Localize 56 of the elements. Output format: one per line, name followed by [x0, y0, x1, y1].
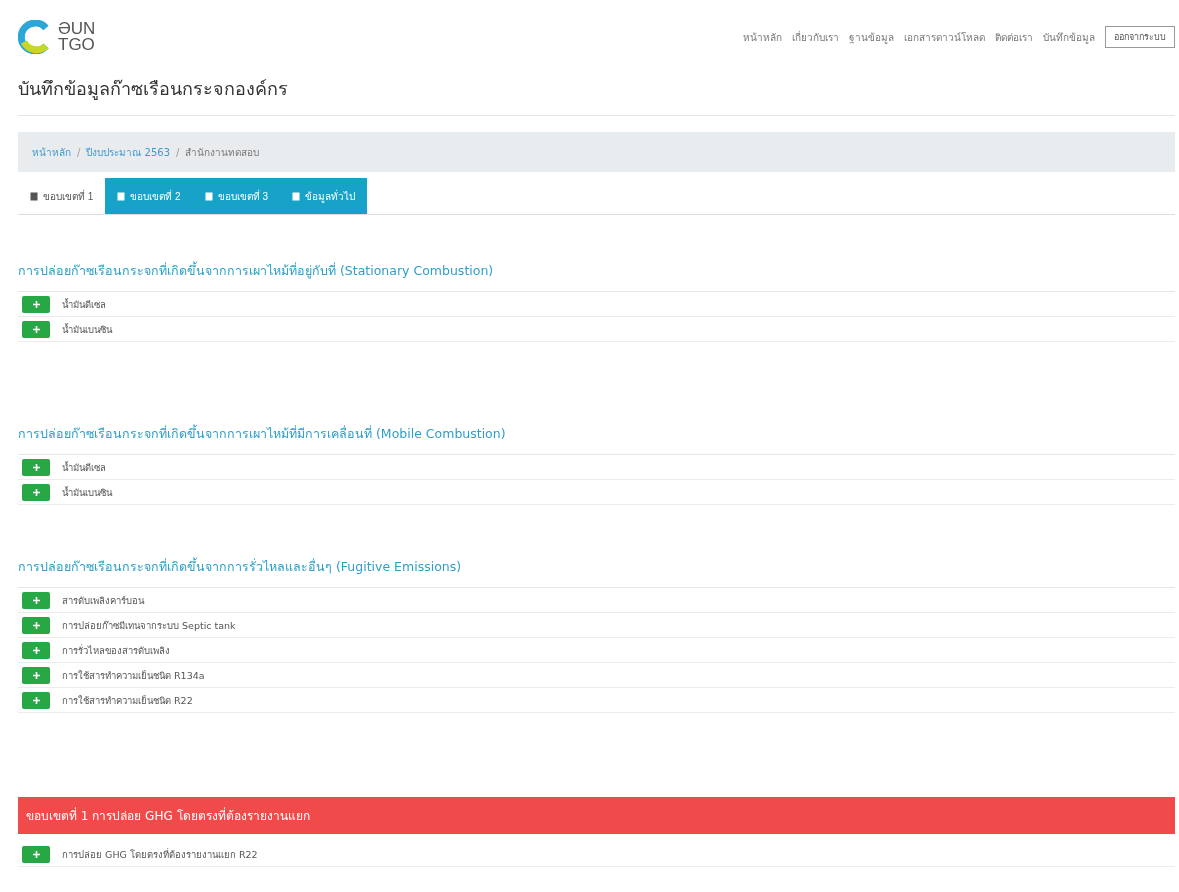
tab[interactable]: ขอบเขตที่ 2: [105, 178, 193, 214]
breadcrumb-separator: /: [77, 146, 81, 158]
nav-link[interactable]: เอกสารดาวน์โหลด: [904, 29, 985, 45]
logo-text: TGO: [58, 37, 96, 53]
item-label: การรั่วไหลของสารดับเพลิง: [62, 643, 170, 658]
item-label: น้ำมันเบนซิน: [62, 322, 112, 337]
tab-icon: [204, 191, 213, 201]
item-label: น้ำมันเบนซิน: [62, 485, 112, 500]
page-title: บันทึกข้อมูลก๊าซเรือนกระจกองค์กร: [18, 74, 1175, 116]
breadcrumb-link[interactable]: หน้าหลัก: [32, 144, 71, 160]
item-label: การใช้สารทำความเย็นชนิด R22: [62, 693, 193, 708]
plus-icon: [32, 850, 40, 858]
add-button[interactable]: [22, 616, 50, 634]
tab-icon: [292, 191, 301, 201]
plus-icon: [32, 671, 40, 679]
section-title: การปล่อยก๊าซเรือนกระจกที่เกิดขึ้นจากการเผาไหม้ที่มีการเคลื่อนที่ (Mobile Combustion): [18, 416, 1175, 455]
nav-link[interactable]: หน้าหลัก: [743, 29, 782, 45]
add-button[interactable]: [22, 295, 50, 313]
plus-icon: [32, 300, 40, 308]
plus-icon: [32, 463, 40, 471]
nav-link[interactable]: บันทึกข้อมูล: [1043, 29, 1095, 45]
item-label: การปล่อยก๊าซมีเทนจากระบบ Septic tank: [62, 618, 236, 633]
plus-icon: [32, 646, 40, 654]
logout-button[interactable]: ออกจากระบบ: [1105, 26, 1175, 48]
breadcrumb-separator: /: [176, 146, 180, 158]
add-button[interactable]: [22, 458, 50, 476]
add-button[interactable]: [22, 666, 50, 684]
tab[interactable]: ขอบเขตที่ 3: [192, 178, 281, 214]
nav-link[interactable]: เกี่ยวกับเรา: [792, 29, 839, 45]
item-label: การปล่อย GHG โดยตรงที่ต้องรายงานแยก R22: [62, 847, 258, 862]
tab-icon: [30, 191, 38, 201]
section-title: การปล่อยก๊าซเรือนกระจกที่เกิดขึ้นจากการรั่วไหลและอื่นๆ (Fugitive Emissions): [18, 549, 1175, 588]
add-button[interactable]: [22, 845, 50, 863]
item-label: น้ำมันดีเซล: [62, 460, 106, 475]
section-title: การปล่อยก๊าซเรือนกระจกที่เกิดขึ้นจากการเผาไหม้ที่อยู่กับที่ (Stationary Combustion): [18, 253, 1175, 292]
breadcrumb-current: สำนักงานทดสอบ: [185, 145, 260, 160]
item-label: น้ำมันดีเซล: [62, 297, 106, 312]
plus-icon: [32, 596, 40, 604]
nav-link[interactable]: ติดต่อเรา: [995, 29, 1033, 45]
plus-icon: [32, 488, 40, 496]
plus-icon: [32, 621, 40, 629]
add-button[interactable]: [22, 483, 50, 501]
add-button[interactable]: [22, 691, 50, 709]
add-button[interactable]: [22, 320, 50, 338]
logo-text: ƏUN: [58, 21, 96, 37]
plus-icon: [32, 325, 40, 333]
tab[interactable]: ข้อมูลทั่วไป: [280, 178, 368, 214]
item-label: สารดับเพลิงคาร์บอน: [62, 593, 144, 608]
alert-banner: ขอบเขตที่ 1 การปล่อย GHG โดยตรงที่ต้องรายงานแยก: [18, 797, 1175, 834]
nav-link[interactable]: ฐานข้อมูล: [849, 29, 894, 45]
item-label: การใช้สารทำความเย็นชนิด R134a: [62, 668, 205, 683]
add-button[interactable]: [22, 591, 50, 609]
tab-icon: [117, 191, 126, 201]
breadcrumb-link[interactable]: ปีงบประมาณ 2563: [86, 144, 170, 160]
plus-icon: [32, 696, 40, 704]
add-button[interactable]: [22, 641, 50, 659]
